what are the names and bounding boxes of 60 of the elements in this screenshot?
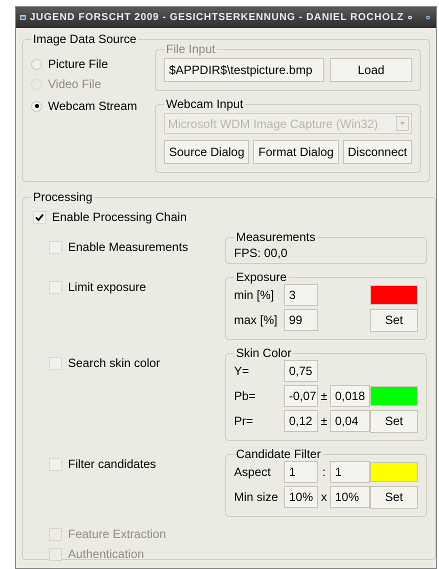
color-swatch[interactable] xyxy=(370,386,418,406)
input-field[interactable]: 10% xyxy=(284,486,318,508)
checkbox-label: Enable Processing Chain xyxy=(52,209,187,226)
radio-label: Video File xyxy=(48,76,102,93)
input-field[interactable]: 99 xyxy=(284,309,318,331)
field-label: max [%] xyxy=(234,312,278,329)
field-label: Y= xyxy=(234,363,250,380)
field-label: Aspect xyxy=(234,464,272,481)
group-title: Measurements xyxy=(235,229,316,246)
checkbox-label: Feature Extraction xyxy=(68,526,166,543)
checkbox[interactable] xyxy=(33,210,46,224)
separator-symbol: x xyxy=(320,489,328,506)
radio-button[interactable] xyxy=(31,58,42,70)
separator-symbol: ± xyxy=(320,388,328,405)
input-field[interactable]: 10% xyxy=(330,486,370,508)
radio-button[interactable] xyxy=(31,100,42,112)
input-field[interactable]: 0,12 xyxy=(284,410,318,432)
dialog-button[interactable]: Disconnect xyxy=(342,140,412,164)
input-field[interactable]: 0,04 xyxy=(330,410,370,432)
dialog-button[interactable]: Format Dialog xyxy=(253,140,339,164)
group-title: File Input xyxy=(165,41,216,58)
color-swatch[interactable] xyxy=(370,462,418,482)
checkbox-label: Limit exposure xyxy=(68,279,146,296)
radio-label: Webcam Stream xyxy=(48,98,138,115)
separator-symbol: ± xyxy=(320,413,328,430)
fps-reading: FPS: 00,0 xyxy=(234,245,288,262)
color-swatch[interactable] xyxy=(370,285,418,305)
checkbox[interactable] xyxy=(49,458,62,470)
checkbox[interactable] xyxy=(49,240,62,254)
input-field[interactable]: 0,018 xyxy=(330,385,370,407)
input-field[interactable]: 1 xyxy=(284,461,318,483)
checkbox[interactable] xyxy=(49,356,62,370)
input-field[interactable]: -0,07 xyxy=(284,385,318,407)
check-icon xyxy=(35,212,44,222)
group-title: Candidate Filter xyxy=(235,446,322,463)
group-title: Image Data Source xyxy=(32,31,138,48)
input-field[interactable]: 1 xyxy=(330,461,370,483)
input-field[interactable]: 0,75 xyxy=(284,360,318,382)
checkbox-label: Search skin color xyxy=(68,355,160,372)
separator-symbol: : xyxy=(321,464,327,481)
field-label: Min size xyxy=(234,489,280,506)
radio-label: Picture File xyxy=(48,56,108,73)
set-button[interactable]: Set xyxy=(370,486,418,508)
field-label: Pb= xyxy=(234,388,257,405)
group-title: Skin Color xyxy=(235,345,292,362)
field-label: Pr= xyxy=(234,413,254,430)
checkbox[interactable] xyxy=(49,280,62,294)
group-title: Webcam Input xyxy=(165,96,244,113)
set-button[interactable]: Set xyxy=(370,410,418,432)
checkbox-label: Filter candidates xyxy=(68,456,156,473)
window-icon xyxy=(20,12,26,23)
group-title: Exposure xyxy=(235,269,288,286)
window-title: JUGEND FORSCHT 2009 - GESICHTSERKENNUNG - DANIEL ROCHOLZ xyxy=(30,11,404,25)
group-title: Processing xyxy=(32,189,94,206)
field-label: min [%] xyxy=(234,287,276,304)
checkbox-label: Enable Measurements xyxy=(68,239,188,256)
input-field[interactable]: 3 xyxy=(284,284,318,306)
set-button[interactable]: Set xyxy=(370,308,418,332)
dialog-button[interactable]: Source Dialog xyxy=(164,140,250,164)
checkbox-label: Authentication xyxy=(68,546,144,563)
